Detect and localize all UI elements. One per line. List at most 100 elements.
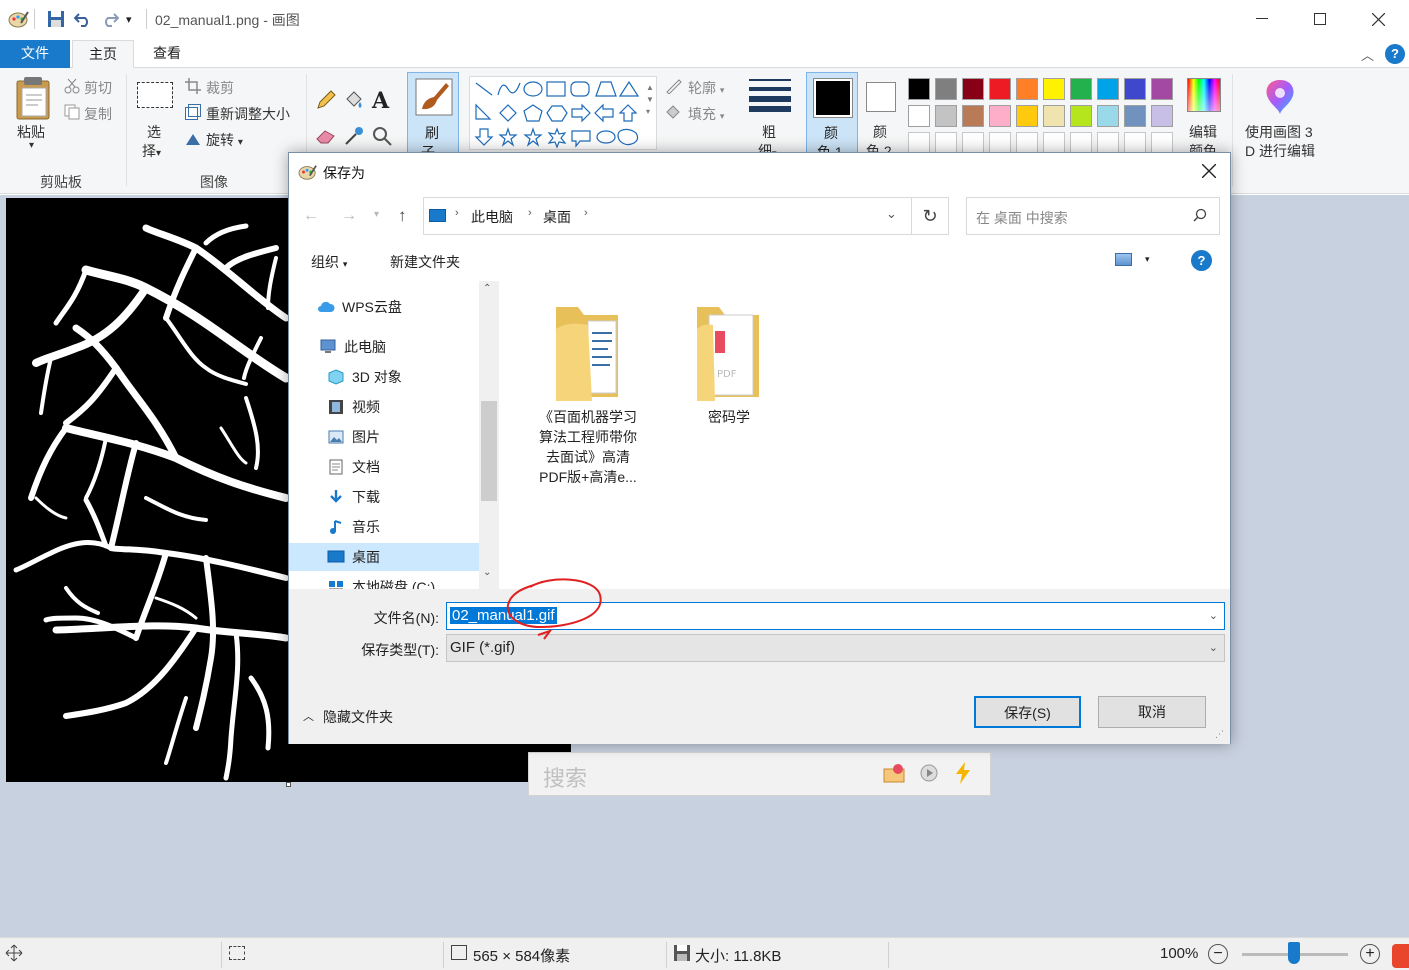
pencil-icon[interactable] xyxy=(316,90,336,113)
filetype-dropdown-icon[interactable]: ⌄ xyxy=(1209,635,1218,661)
collapse-ribbon-icon[interactable]: ︿ xyxy=(1361,45,1374,64)
folder-search-input[interactable]: 在 桌面 中搜索 xyxy=(966,197,1220,235)
back-icon[interactable]: ← xyxy=(303,207,319,225)
palette-color-swatch[interactable] xyxy=(1097,105,1119,127)
palette-color-swatch[interactable] xyxy=(1070,105,1092,127)
search-popup-text[interactable]: 搜索 xyxy=(543,761,587,793)
palette-color-swatch[interactable] xyxy=(1097,78,1119,100)
palette-custom-swatch[interactable] xyxy=(1070,132,1092,154)
breadcrumb-this-pc[interactable]: 此电脑 xyxy=(471,207,513,227)
color2-swatch[interactable] xyxy=(866,82,896,112)
palette-color-swatch[interactable] xyxy=(1070,78,1092,100)
palette-color-swatch[interactable] xyxy=(935,105,957,127)
palette-color-swatch[interactable] xyxy=(1124,105,1146,127)
nav-item[interactable]: 文档 xyxy=(289,453,479,481)
palette-custom-swatch[interactable] xyxy=(1016,132,1038,154)
close-button[interactable] xyxy=(1349,0,1407,38)
palette-color-swatch[interactable] xyxy=(962,78,984,100)
fill-bucket-icon[interactable] xyxy=(344,90,364,113)
maximize-button[interactable] xyxy=(1291,0,1349,38)
tab-view[interactable]: 查看 xyxy=(136,40,198,68)
brush-button[interactable]: 刷 子▾ xyxy=(407,72,459,160)
video-icon[interactable] xyxy=(919,763,939,786)
palette-custom-swatch[interactable] xyxy=(962,132,984,154)
paste-button[interactable] xyxy=(14,76,52,123)
resize-handle[interactable] xyxy=(286,782,291,787)
undo-icon[interactable] xyxy=(74,8,92,30)
select-icon[interactable] xyxy=(137,82,173,108)
qat-customize-icon[interactable]: ▾ xyxy=(126,8,132,30)
palette-color-swatch[interactable] xyxy=(989,105,1011,127)
cut-button[interactable]: 剪切 xyxy=(84,78,112,98)
palette-color-swatch[interactable] xyxy=(1151,78,1173,100)
outline-icon[interactable] xyxy=(665,78,683,97)
nav-item[interactable]: 桌面 xyxy=(289,543,479,571)
palette-color-swatch[interactable] xyxy=(1016,78,1038,100)
zoom-slider-thumb[interactable] xyxy=(1288,942,1300,964)
tab-file[interactable]: 文件 xyxy=(0,40,70,68)
resize-button[interactable]: 重新调整大小 xyxy=(206,104,290,124)
hide-folders-button[interactable]: 隐藏文件夹 xyxy=(323,707,393,727)
nav-scrollbar[interactable]: ⌃ ⌄ xyxy=(479,281,499,589)
forward-icon[interactable]: → xyxy=(341,207,357,225)
palette-color-swatch[interactable] xyxy=(1043,78,1065,100)
magnifier-icon[interactable] xyxy=(372,126,392,149)
nav-item[interactable]: WPS云盘 xyxy=(289,293,479,321)
cancel-button[interactable]: 取消 xyxy=(1098,696,1206,728)
palette-color-swatch[interactable] xyxy=(962,105,984,127)
color1-button[interactable]: 颜 色 1 xyxy=(806,72,858,160)
nav-item[interactable]: 音乐 xyxy=(289,513,479,541)
ime-logo-icon[interactable] xyxy=(1392,944,1409,968)
size-label[interactable]: 粗 xyxy=(762,122,776,142)
rotate-icon[interactable] xyxy=(185,130,201,149)
copy-button[interactable]: 复制 xyxy=(84,104,112,124)
nav-scrollbar-thumb[interactable] xyxy=(481,401,497,501)
size-icon[interactable] xyxy=(749,78,791,115)
tab-home[interactable]: 主页 xyxy=(72,40,134,69)
palette-custom-swatch[interactable] xyxy=(1097,132,1119,154)
palette-custom-swatch[interactable] xyxy=(935,132,957,154)
palette-color-swatch[interactable] xyxy=(989,78,1011,100)
dialog-help-icon[interactable]: ? xyxy=(1191,250,1212,271)
palette-custom-swatch[interactable] xyxy=(1043,132,1065,154)
new-folder-button[interactable]: 新建文件夹 xyxy=(390,252,460,272)
paste-dropdown-icon[interactable]: ▾ xyxy=(29,140,34,151)
color2-label[interactable]: 颜 xyxy=(873,122,887,142)
edit-colors-icon[interactable] xyxy=(1187,78,1221,112)
up-icon[interactable]: ↑ xyxy=(398,206,407,226)
copy-icon[interactable] xyxy=(64,104,80,123)
select-button-line2[interactable]: 择▾ xyxy=(142,141,161,161)
envelope-icon[interactable] xyxy=(883,763,905,786)
paint3d-label-line2[interactable]: D 进行编辑 xyxy=(1245,141,1315,161)
search-icon[interactable] xyxy=(1193,208,1207,225)
search-popup[interactable]: 搜索 xyxy=(528,752,991,796)
palette-color-swatch[interactable] xyxy=(1124,78,1146,100)
fill-button[interactable]: 填充 ▾ xyxy=(688,104,724,124)
shapes-gallery[interactable] xyxy=(469,76,657,150)
nav-item[interactable]: 此电脑 xyxy=(289,333,479,361)
crop-button[interactable]: 裁剪 xyxy=(206,78,234,98)
breadcrumb-desktop[interactable]: 桌面 xyxy=(543,207,571,227)
help-icon[interactable]: ? xyxy=(1385,44,1405,64)
address-dropdown-icon[interactable]: ⌄ xyxy=(886,206,897,222)
paint3d-label[interactable]: 使用画图 3 xyxy=(1245,122,1313,142)
filename-dropdown-icon[interactable]: ⌄ xyxy=(1209,603,1218,629)
palette-color-swatch[interactable] xyxy=(1016,105,1038,127)
text-tool-icon[interactable]: A xyxy=(372,88,389,114)
paint3d-icon[interactable] xyxy=(1262,78,1298,119)
folder-item[interactable]: 《百面机器学习 算法工程师带你 去面试》高清 PDF版+高清e... xyxy=(528,301,648,487)
redo-icon[interactable] xyxy=(101,8,119,30)
palette-color-swatch[interactable] xyxy=(908,105,930,127)
nav-item[interactable]: 图片 xyxy=(289,423,479,451)
fill-icon[interactable] xyxy=(665,104,683,123)
palette-custom-swatch[interactable] xyxy=(1124,132,1146,154)
cut-icon[interactable] xyxy=(64,78,80,97)
palette-color-swatch[interactable] xyxy=(935,78,957,100)
dialog-close-button[interactable] xyxy=(1189,157,1229,187)
palette-color-swatch[interactable] xyxy=(1043,105,1065,127)
eraser-icon[interactable] xyxy=(316,128,336,147)
resize-icon[interactable] xyxy=(185,104,201,123)
save-icon[interactable] xyxy=(47,8,65,30)
minimize-button[interactable] xyxy=(1233,0,1291,38)
zoom-in-button[interactable]: + xyxy=(1360,944,1380,964)
